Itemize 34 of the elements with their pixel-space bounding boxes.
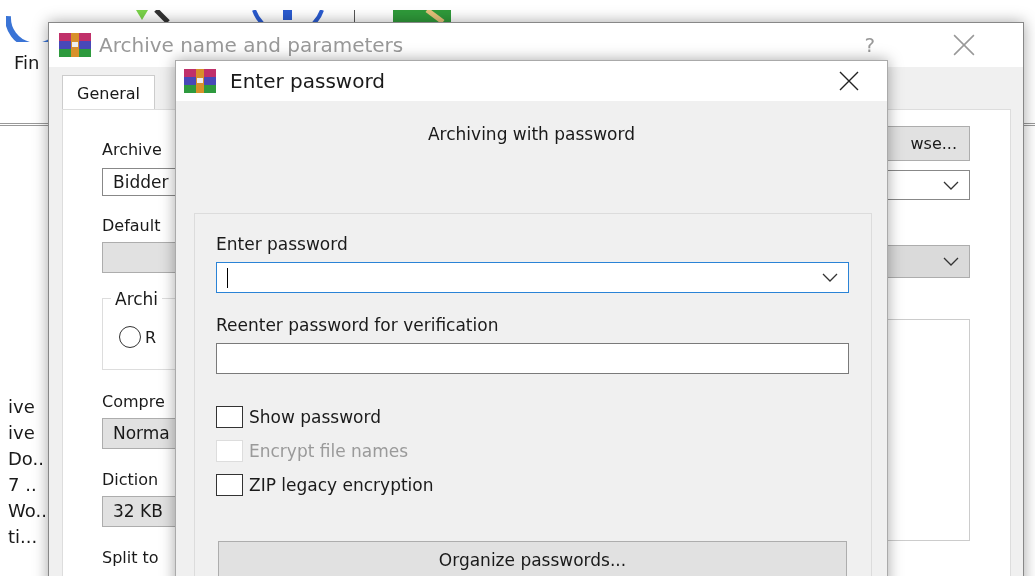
file-name[interactable]: ti...: [8, 526, 47, 547]
browse-button[interactable]: wse...: [886, 126, 970, 161]
field-label: Enter password: [216, 234, 349, 254]
file-name[interactable]: Wo..: [8, 500, 47, 521]
tab[interactable]: General: [62, 75, 156, 109]
window-title: Archive name and parameters: [99, 33, 404, 57]
checkbox[interactable]: ZIP legacy encryption: [216, 474, 434, 496]
archive-name-field[interactable]: Bidder: [102, 168, 177, 196]
field-label: Default: [102, 216, 162, 236]
window-title: Enter password: [230, 69, 385, 93]
organize-passwords-button[interactable]: Organize passwords...: [218, 541, 847, 576]
archive-books-icon: [184, 69, 216, 93]
chevron-down-icon: [943, 180, 959, 190]
file-name[interactable]: ive: [8, 396, 47, 417]
field-label: Archive: [102, 140, 163, 160]
dropdown[interactable]: 32 KB: [102, 496, 177, 527]
field-label: Split to: [102, 548, 160, 568]
file-name[interactable]: Do..: [8, 448, 47, 469]
dialog-subtitle: Archiving with password: [427, 124, 636, 144]
menu-label: Fin: [14, 52, 40, 73]
chevron-down-icon: [822, 273, 838, 282]
field-label: Diction: [102, 470, 160, 490]
field-label: Reenter password for verification: [216, 315, 500, 335]
close-icon[interactable]: [839, 71, 859, 91]
archive-books-icon: [59, 33, 91, 57]
password-field[interactable]: [216, 262, 849, 293]
file-name[interactable]: 7 ..: [8, 474, 47, 495]
dropdown[interactable]: [886, 170, 970, 200]
checkbox[interactable]: Show password: [216, 406, 381, 428]
password-field[interactable]: [216, 343, 849, 374]
dropdown[interactable]: Norma: [102, 418, 177, 449]
chevron-down-icon: [943, 257, 959, 266]
field-label: Compre: [102, 392, 166, 412]
file-name[interactable]: ive: [8, 422, 47, 443]
